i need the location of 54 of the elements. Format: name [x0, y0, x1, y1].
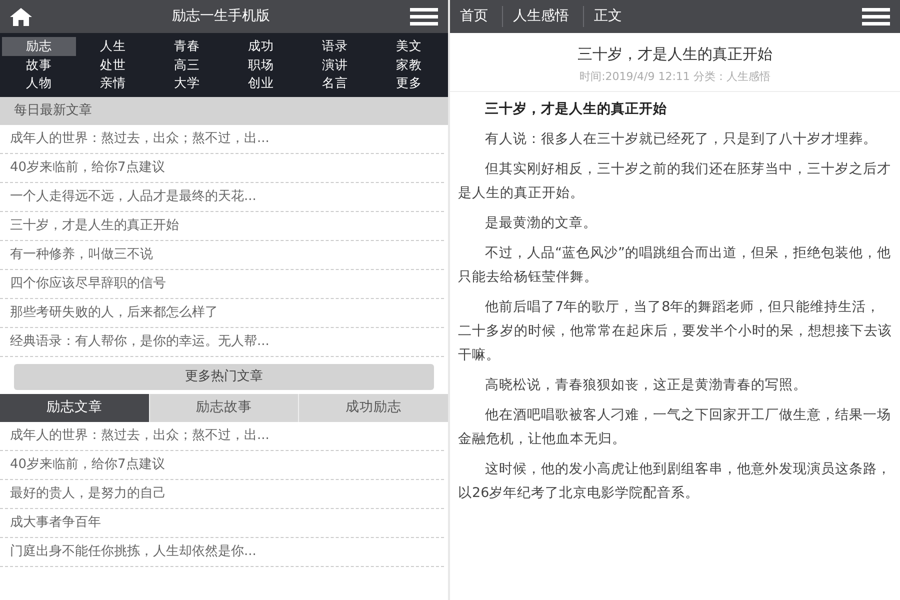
category-link[interactable]: 更多 [372, 74, 446, 92]
category-link[interactable]: 家教 [372, 56, 446, 74]
tab[interactable]: 励志文章 [0, 394, 149, 422]
paragraph: 不过，人品“蓝色风沙”的唱跳组合而出道，但呆，拒绝包装他，他只能去给杨钰莹伴舞。 [458, 244, 892, 287]
category-link[interactable]: 处世 [76, 56, 150, 74]
paragraph: 这时候，他的发小高虎让他到剧组客串，他意外发现演员这条路，以26岁年纪考了北京电影学院配音系。 [458, 460, 892, 503]
category-link[interactable]: 人物 [2, 74, 76, 92]
category-link[interactable]: 职场 [224, 56, 298, 74]
tab[interactable]: 励志故事 [148, 394, 298, 422]
section-heading: 每日最新文章 [0, 96, 448, 124]
category-link[interactable]: 人生 [76, 37, 150, 56]
category-link[interactable]: 励志 [2, 37, 76, 56]
breadcrumb-link[interactable]: 人生感悟 [513, 6, 584, 27]
paragraph: 是最黄渤的文章。 [484, 214, 598, 233]
article-link[interactable]: 门庭出身不能任你挑拣，人生却依然是你... [0, 538, 444, 566]
article-link[interactable]: 三十岁，才是人生的真正开始 [0, 212, 444, 240]
category-link[interactable]: 创业 [224, 74, 298, 92]
article-link[interactable]: 一个人走得远不远，人品才是最终的天花... [0, 182, 444, 212]
breadcrumb-link[interactable]: 首页 [460, 6, 503, 27]
home-icon[interactable] [10, 8, 32, 26]
article-link[interactable]: 那些考研失败的人，后来都怎么样了 [0, 298, 444, 328]
article-link[interactable]: 四个你应该尽早辞职的信号 [0, 270, 444, 298]
article-link[interactable]: 有一种修养，叫做三不说 [0, 240, 444, 270]
article-link[interactable]: 40岁来临前，给你7点建议 [0, 450, 444, 480]
category-link[interactable]: 成功 [224, 37, 298, 56]
article-link[interactable]: 最好的贵人，是努力的自己 [0, 480, 444, 508]
article-link[interactable]: 成年人的世界：熬过去，出众；熬不过，出... [0, 422, 444, 450]
article-link[interactable]: 成年人的世界：熬过去，出众；熬不过，出... [0, 124, 444, 154]
article-link[interactable]: 经典语录：有人帮你，是你的幸运。无人帮... [0, 328, 444, 356]
article-subheading: 三十岁，才是人生的真正开始 [484, 100, 668, 119]
article-meta: 时间:2019/4/9 12:11 分类：人生感悟 [450, 68, 900, 92]
site-title: 励志一生手机版 [172, 8, 270, 24]
category-link[interactable]: 高三 [150, 56, 224, 74]
article-link[interactable]: 成大事者争百年 [0, 508, 444, 538]
category-link[interactable]: 名言 [298, 74, 372, 92]
category-link[interactable]: 大学 [150, 74, 224, 92]
paragraph: 但其实刚好相反，三十岁之前的我们还在胚芽当中，三十岁之后才是人生的真正开始。 [458, 160, 892, 203]
more-articles-button[interactable]: 更多热门文章 [14, 364, 434, 390]
article-link[interactable]: 40岁来临前，给你7点建议 [0, 154, 444, 182]
article-title: 三十岁，才是人生的真正开始 [576, 44, 774, 65]
menu-icon[interactable] [410, 8, 438, 26]
paragraph: 高晓松说，青春狼狈如丧，这正是黄渤青春的写照。 [484, 376, 808, 395]
menu-icon[interactable] [862, 8, 890, 26]
category-link[interactable]: 语录 [298, 37, 372, 56]
breadcrumb-link[interactable]: 正文 [594, 6, 636, 27]
paragraph: 有人说：很多人在三十岁就已经死了，只是到了八十岁才埋葬。 [484, 130, 878, 149]
tab[interactable]: 成功励志 [298, 394, 448, 422]
category-link[interactable]: 青春 [150, 37, 224, 56]
category-link[interactable]: 美文 [372, 37, 446, 56]
category-link[interactable]: 故事 [2, 56, 76, 74]
category-link[interactable]: 演讲 [298, 56, 372, 74]
category-link[interactable]: 亲情 [76, 74, 150, 92]
paragraph: 他在酒吧唱歌被客人刁难，一气之下回家开工厂做生意，结果一场金融危机，让他血本无归。 [458, 406, 892, 449]
paragraph: 他前后唱了7年的歌厅，当了8年的舞蹈老师，但只能维持生活，二十多岁的时候，他常常在起床后，要发半个小时的呆，想想接下去该干嘛。 [458, 298, 892, 365]
